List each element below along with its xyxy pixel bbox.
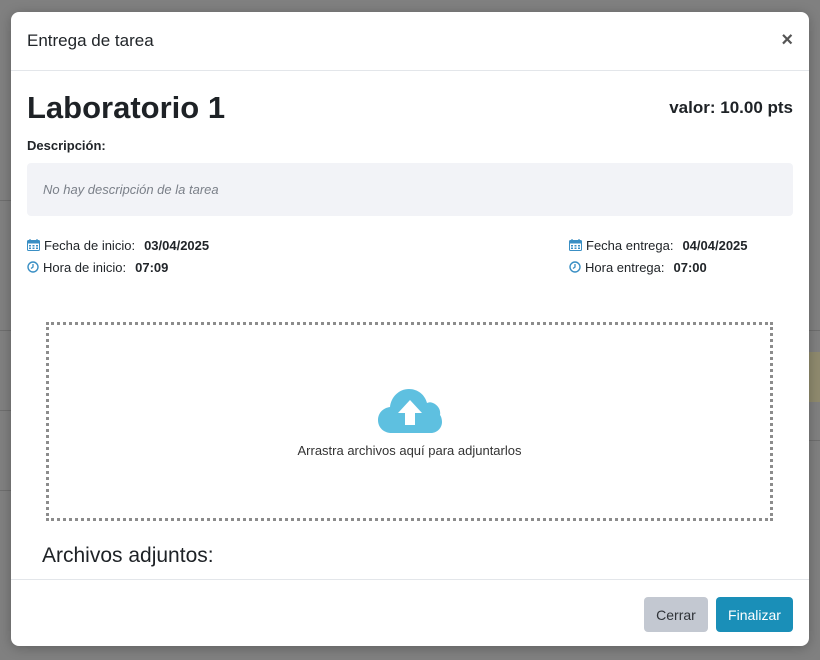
start-time-label: Hora de inicio: [43, 259, 127, 275]
dropzone-text: Arrastra archivos aquí para adjuntarlos [297, 443, 522, 458]
cancel-button[interactable]: Cerrar [644, 597, 708, 632]
close-button[interactable]: × [781, 30, 793, 50]
task-dates: Fecha de inicio: 03/04/2025 Hora de inic… [27, 234, 793, 278]
task-title: Laboratorio 1 [27, 90, 226, 125]
modal-footer: Cerrar Finalizar [11, 579, 809, 646]
due-time-value: 07:00 [673, 259, 707, 275]
start-date-label: Fecha de inicio: [44, 237, 136, 253]
modal-title: Entrega de tarea [27, 31, 154, 50]
clock-icon [569, 261, 581, 273]
close-icon[interactable]: × [781, 29, 793, 51]
calendar-icon [569, 239, 582, 251]
background-divider [0, 330, 11, 331]
due-date-label: Fecha entrega: [586, 237, 674, 253]
start-date-value: 03/04/2025 [144, 237, 210, 253]
background-divider [809, 440, 820, 441]
due-time-row: Hora entrega: 07:00 [569, 256, 748, 278]
cloud-upload-icon [377, 389, 442, 433]
description-box: No hay descripción de la tarea [27, 163, 793, 216]
start-date-row: Fecha de inicio: 03/04/2025 [27, 234, 209, 256]
attachments-title: Archivos adjuntos: [42, 544, 214, 567]
file-dropzone[interactable]: Arrastra archivos aquí para adjuntarlos [46, 322, 773, 521]
calendar-icon [27, 239, 40, 251]
due-date-row: Fecha entrega: 04/04/2025 [569, 234, 748, 256]
start-time-row: Hora de inicio: 07:09 [27, 256, 209, 278]
due-date-value: 04/04/2025 [682, 237, 748, 253]
background-divider [0, 410, 11, 411]
modal-header: Entrega de tarea × [11, 12, 809, 71]
start-dates: Fecha de inicio: 03/04/2025 Hora de inic… [27, 234, 209, 278]
task-submission-modal: Entrega de tarea × Laboratorio 1 valor: … [11, 12, 809, 646]
clock-icon [27, 261, 39, 273]
due-dates: Fecha entrega: 04/04/2025 Hora entrega: … [569, 234, 748, 278]
modal-body: Laboratorio 1 valor: 10.00 pts Descripci… [11, 72, 809, 579]
background-divider [0, 490, 11, 491]
background-divider [0, 200, 11, 201]
task-value: valor: 10.00 pts [669, 98, 793, 117]
start-time-value: 07:09 [135, 259, 169, 275]
background-badge [809, 352, 820, 402]
description-label: Descripción: [27, 138, 106, 153]
description-text: No hay descripción de la tarea [43, 182, 219, 197]
background-divider [809, 330, 820, 331]
finish-button[interactable]: Finalizar [716, 597, 793, 632]
due-time-label: Hora entrega: [585, 259, 665, 275]
